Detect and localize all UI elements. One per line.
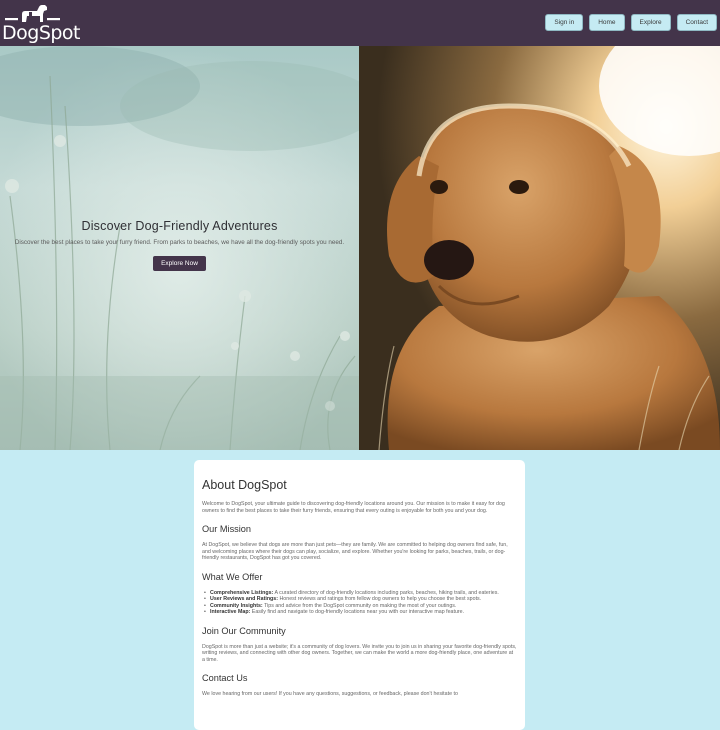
- hero-section: Discover Dog-Friendly Adventures Discove…: [0, 46, 720, 450]
- contact-text: We love hearing from our users! If you h…: [202, 691, 458, 697]
- offer-list: Comprehensive Listings: A curated direct…: [202, 590, 517, 616]
- hero-subtitle: Discover the best places to take your fu…: [14, 239, 345, 246]
- site-header: DogSpot Sign in Home Explore Contact: [0, 0, 720, 46]
- community-title: Join Our Community: [202, 625, 286, 636]
- community-text: DogSpot is more than just a website; it'…: [202, 643, 517, 663]
- logo-text: DogSpot: [2, 22, 81, 44]
- hero-title: Discover Dog-Friendly Adventures: [81, 219, 278, 233]
- sign-in-button[interactable]: Sign in: [545, 14, 584, 31]
- logo[interactable]: DogSpot: [2, 2, 81, 44]
- hero-content: Discover Dog-Friendly Adventures Discove…: [0, 219, 359, 271]
- home-button[interactable]: Home: [589, 14, 625, 31]
- main-nav: Sign in Home Explore Contact: [545, 14, 717, 31]
- about-card: About DogSpot Welcome to DogSpot, your u…: [194, 460, 525, 730]
- about-title: About DogSpot: [202, 478, 287, 492]
- explore-now-button[interactable]: Explore Now: [153, 256, 206, 271]
- hero-meadow-image: Discover Dog-Friendly Adventures Discove…: [0, 46, 359, 450]
- mission-title: Our Mission: [202, 524, 252, 534]
- contact-title: Contact Us: [202, 673, 248, 683]
- list-item: Interactive Map: Easily find and navigat…: [204, 609, 517, 616]
- contact-button[interactable]: Contact: [676, 14, 717, 31]
- about-intro: Welcome to DogSpot, your ultimate guide …: [202, 501, 505, 514]
- hero-dog-image: [359, 46, 720, 450]
- offer-title: What We Offer: [202, 571, 263, 582]
- mission-text: At DogSpot, we believe that dogs are mor…: [202, 542, 508, 561]
- explore-button[interactable]: Explore: [630, 14, 671, 31]
